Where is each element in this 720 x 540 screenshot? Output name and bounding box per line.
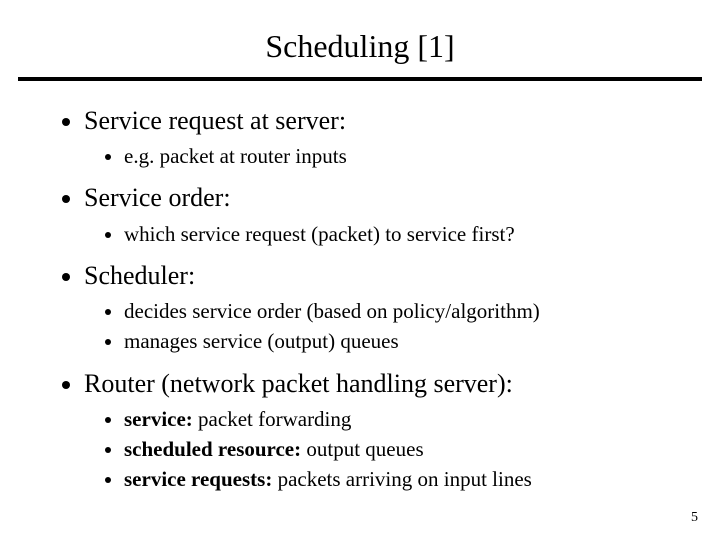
sub-bullet-label: service: [124, 407, 193, 431]
bullet-text: Router (network packet handling server): [84, 369, 513, 398]
sub-list: which service request (packet) to servic… [84, 220, 680, 248]
sub-bullet: decides service order (based on policy/a… [124, 297, 680, 325]
sub-list: decides service order (based on policy/a… [84, 297, 680, 356]
sub-bullet-requests: service requests: packets arriving on in… [124, 465, 680, 493]
sub-list: service: packet forwarding scheduled res… [84, 405, 680, 494]
bullet-router: Router (network packet handling server):… [84, 366, 680, 494]
sub-bullet: manages service (output) queues [124, 327, 680, 355]
sub-bullet-rest: packet forwarding [193, 407, 352, 431]
bullet-list: Service request at server: e.g. packet a… [40, 103, 680, 494]
sub-bullet: e.g. packet at router inputs [124, 142, 680, 170]
bullet-scheduler: Scheduler: decides service order (based … [84, 258, 680, 356]
bullet-service-order: Service order: which service request (pa… [84, 180, 680, 247]
sub-bullet-rest: packets arriving on input lines [272, 467, 532, 491]
bullet-service-request: Service request at server: e.g. packet a… [84, 103, 680, 170]
slide-body: Service request at server: e.g. packet a… [0, 81, 720, 494]
sub-list: e.g. packet at router inputs [84, 142, 680, 170]
sub-bullet-label: scheduled resource: [124, 437, 301, 461]
sub-bullet-rest: output queues [301, 437, 423, 461]
page-number: 5 [691, 510, 698, 526]
sub-bullet-label: service requests: [124, 467, 272, 491]
sub-bullet: which service request (packet) to servic… [124, 220, 680, 248]
sub-bullet-resource: scheduled resource: output queues [124, 435, 680, 463]
sub-bullet-service: service: packet forwarding [124, 405, 680, 433]
slide: Scheduling [1] Service request at server… [0, 0, 720, 540]
bullet-text: Scheduler: [84, 261, 195, 290]
bullet-text: Service order: [84, 183, 231, 212]
slide-title: Scheduling [1] [0, 0, 720, 77]
bullet-text: Service request at server: [84, 106, 346, 135]
